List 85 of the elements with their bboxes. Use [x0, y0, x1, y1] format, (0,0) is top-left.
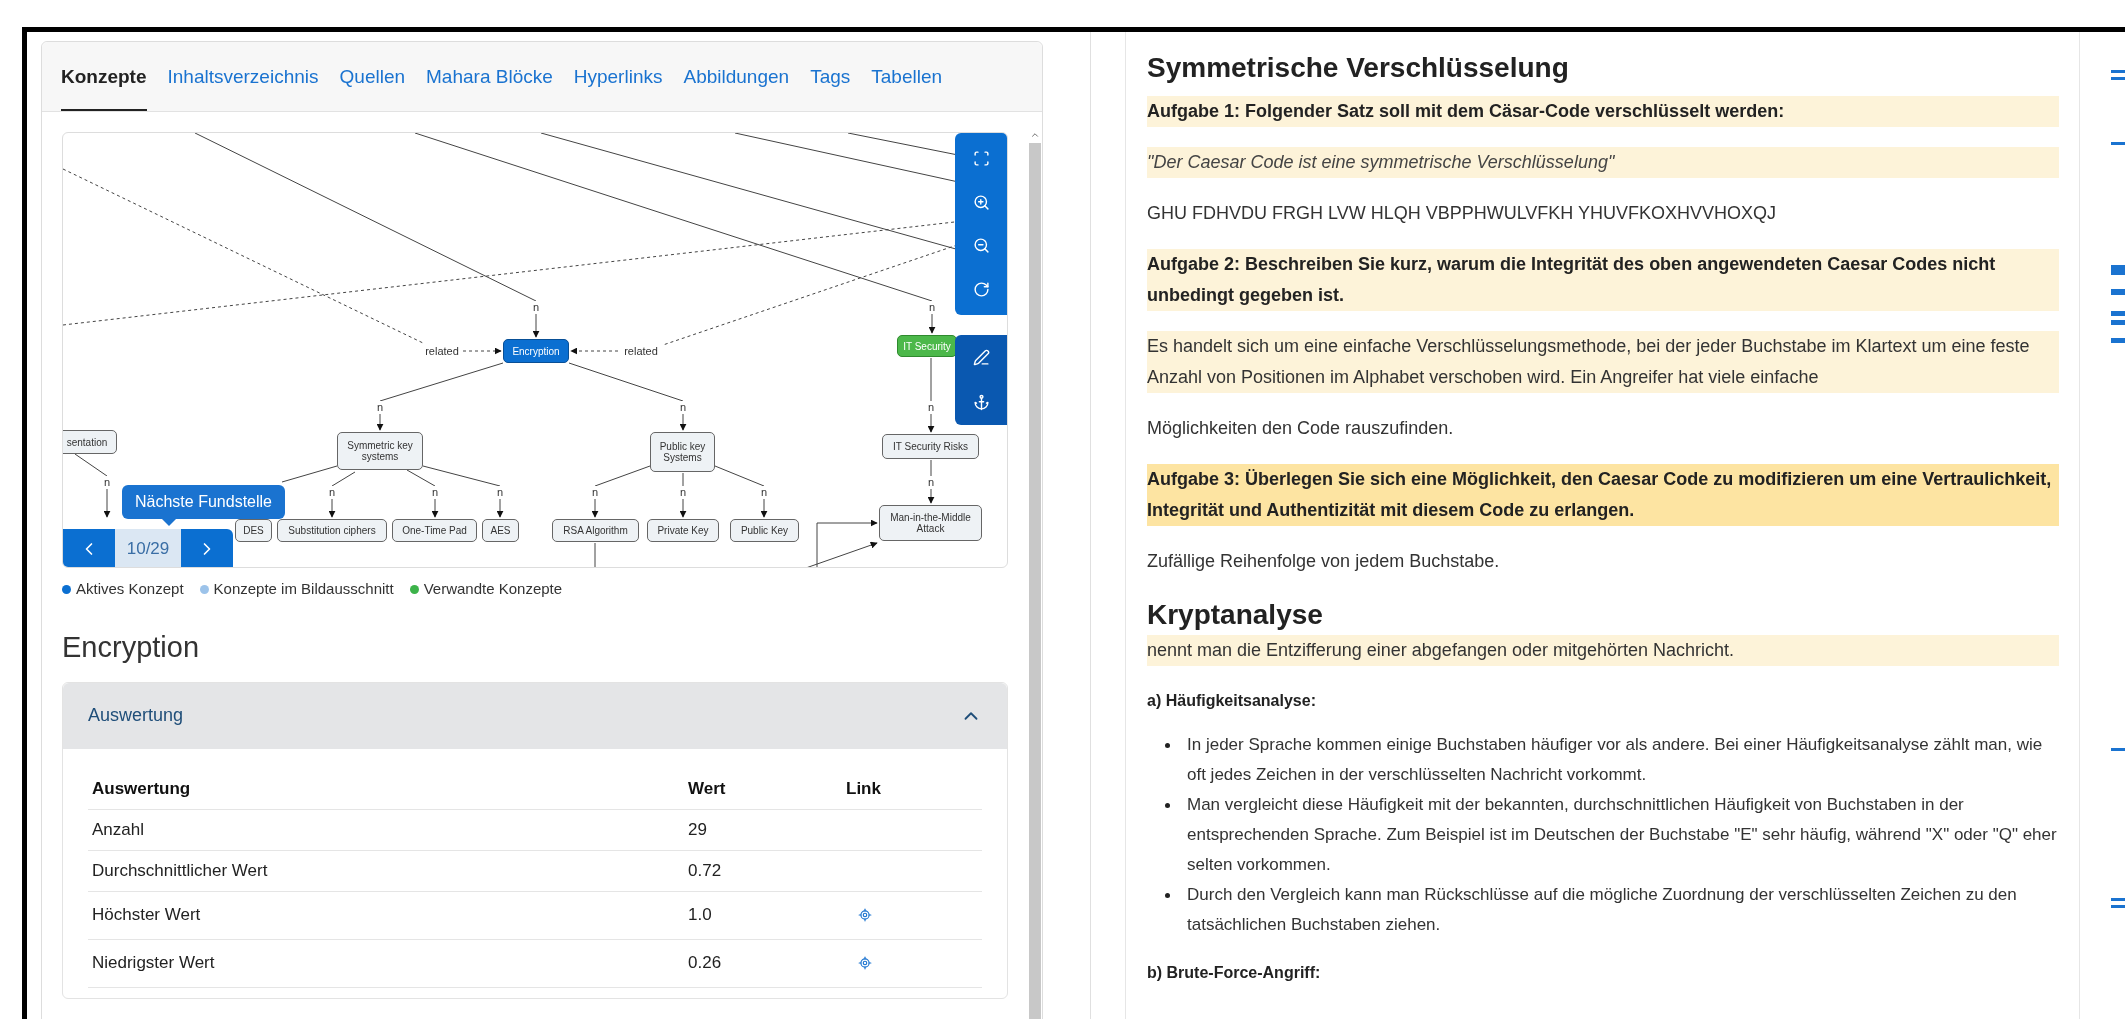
legend-label: Konzepte im Bildausschnitt	[213, 579, 394, 599]
tab[interactable]: Inhaltsverzeichnis	[167, 65, 319, 111]
table-cell-text: 29	[688, 818, 708, 841]
table-cell-text: Durchschnittlicher Wert	[91, 859, 269, 882]
table-cell-text: 1.0	[688, 904, 713, 927]
table-cell-text: 0.72	[688, 859, 723, 882]
task-text: Aufgabe 2: Beschreiben Sie kurz, warum die Integrität des oben angewendeten Caesar Codes nicht unbedingt gegeben ist.	[1147, 249, 2059, 311]
column-header: Auswertung	[91, 778, 192, 801]
body-text: Es handelt sich um eine einfache Verschlüsselungsmethode, bei der jeder Buchstabe im Klartext um eine feste Anzahl von Positionen im Alphabet verschoben wird. Ein Angreifer hat viele einfache	[1147, 331, 2059, 393]
edge-label: n	[590, 486, 600, 498]
tab[interactable]: Konzepte	[61, 65, 147, 111]
body-text: Möglichkeiten den Code rauszufinden.	[1147, 417, 1455, 440]
bullet-text: In jeder Sprache kommen einige Buchstaben häufiger vor als andere. Bei einer Häufigkeitsanalyse zählt man, wie oft jedes Zeichen in der verschlüsselten Nachricht vorkommt.	[1186, 734, 2044, 786]
locate-icon	[858, 908, 872, 922]
connector-line	[74, 453, 111, 518]
pencil-icon	[972, 349, 990, 366]
expand-icon	[972, 150, 990, 168]
section-heading: Kryptanalyse	[1147, 598, 1324, 632]
anchor-icon	[972, 394, 990, 411]
tab[interactable]: Quellen	[339, 65, 406, 111]
edge-label: n	[531, 301, 541, 313]
table-cell-text: Höchster Wert	[91, 904, 202, 927]
concept-node[interactable]: IT Security Risks	[882, 434, 979, 459]
table-cell-text: Niedrigster Wert	[91, 952, 216, 975]
tab[interactable]: Hyperlinks	[573, 65, 663, 111]
edge-label: related	[623, 345, 659, 357]
tab[interactable]: Abbildungen	[683, 65, 790, 111]
concept-node[interactable]: AES	[482, 519, 519, 542]
subheading: b) Brute-Force-Angriff:	[1147, 963, 1322, 983]
concept-node[interactable]: One-Time Pad	[392, 519, 477, 542]
body-text: GHU FDHVDU FRGH LVW HLQH VBPPHWULVFKH YHUVFKOXHVVHOXQJ	[1147, 202, 1778, 225]
concept-node[interactable]: DES	[235, 519, 272, 542]
task-text: Aufgabe 3: Überlegen Sie sich eine Möglichkeit, den Caesar Code zu modifizieren um eine Vertraulichkeit, Integrität und Authentizität mit diesem Code zu erlangen.	[1147, 464, 2059, 526]
concept-node[interactable]: Public key Systems	[650, 432, 715, 472]
edge-label: n	[102, 476, 112, 488]
quote-text: "Der Caesar Code ist eine symmetrische Verschlüsselung"	[1147, 147, 2059, 178]
tab[interactable]: Mahara Blöcke	[426, 65, 553, 111]
tab[interactable]: Tags	[810, 65, 851, 111]
edge-label: related	[424, 345, 460, 357]
body-text: nennt man die Entzifferung einer abgefangen oder mitgehörten Nachricht.	[1147, 635, 2059, 666]
accordion-header[interactable]: Auswertung	[63, 682, 1007, 749]
tab[interactable]: Tabellen	[871, 65, 943, 111]
concept-node[interactable]: Encryption	[503, 339, 569, 363]
bullet-text: Durch den Vergleich kann man Rückschlüsse auf die mögliche Zuordnung der verschlüsselten Zeichen zu den tatsächlichen Buchstaben ziehen.	[1186, 884, 2018, 936]
zoom-out-icon	[972, 237, 990, 255]
concept-node[interactable]: sentation	[63, 430, 117, 454]
connector-line	[591, 465, 651, 518]
subheading: a) Häufigkeitsanalyse:	[1147, 691, 1317, 711]
connector-line	[679, 472, 687, 518]
column-header: Wert	[688, 778, 727, 801]
table-cell-text: 0.26	[688, 952, 723, 975]
locate-link[interactable]	[858, 908, 872, 922]
table-cell-text: Anzahl	[91, 818, 145, 841]
connector-line	[927, 459, 935, 504]
concept-node[interactable]: Private Key	[647, 519, 719, 542]
concept-node[interactable]: Substitution ciphers	[277, 519, 387, 542]
bullet-text: Man vergleicht diese Häufigkeit mit der bekannten, durchschnittlichen Häufigkeit von Buchstaben in der entsprechenden Sprache. Zum Beispiel ist im Deutschen der Buchstabe "E" sehr häufig, während "X" oder "Q" eher selten vorkommen.	[1186, 794, 2058, 876]
scrollbar[interactable]	[1028, 130, 1042, 1019]
edge-label: n	[495, 486, 505, 498]
edge-label: n	[759, 486, 769, 498]
concept-node[interactable]: Symmetric key systems	[337, 432, 423, 470]
body-text: Zufällige Reihenfolge von jedem Buchstabe.	[1147, 550, 1501, 573]
result-counter: 10/29	[115, 529, 181, 567]
legend-label: Verwandte Konzepte	[423, 579, 563, 599]
legend-label: Aktives Konzept	[76, 579, 184, 599]
edge-label: n	[327, 486, 337, 498]
edge-label: n	[375, 401, 385, 413]
section-heading: Symmetrische Verschlüsselung	[1147, 51, 1570, 85]
locate-icon	[858, 956, 872, 970]
reset-icon	[972, 280, 990, 298]
scroll-up-icon	[1030, 130, 1040, 140]
task-text: Aufgabe 1: Folgender Satz soll mit dem Cäsar-Code verschlüsselt werden:	[1147, 96, 2059, 127]
zoom-in-icon	[972, 193, 990, 211]
column-header: Link	[846, 778, 881, 801]
locate-link[interactable]	[858, 956, 872, 970]
concept-node[interactable]: Man-in-the-Middle Attack	[879, 505, 982, 541]
connector-line	[714, 465, 768, 518]
concept-node[interactable]: Public Key	[730, 519, 799, 542]
connector-line	[594, 542, 596, 567]
edge-label: n	[430, 486, 440, 498]
concept-node[interactable]: RSA Algorithm	[552, 519, 639, 542]
concept-title: Encryption	[62, 629, 200, 665]
tooltip: Nächste Fundstelle	[122, 485, 285, 519]
edge-label: n	[927, 301, 937, 313]
edge-label: n	[678, 401, 688, 413]
